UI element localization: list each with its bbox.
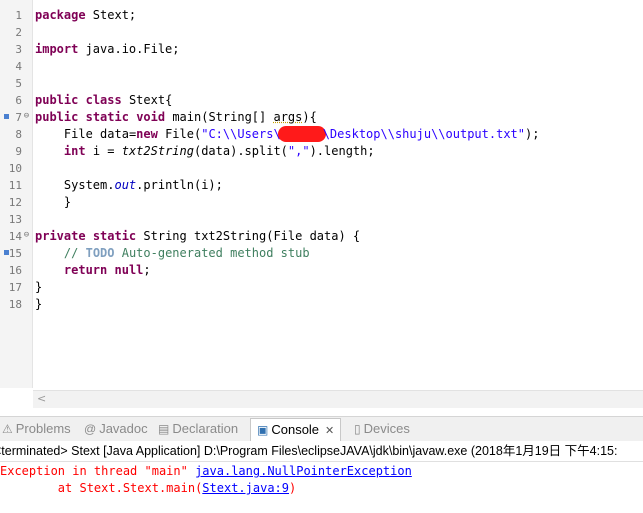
code-line-9: int i = txt2String(data).split(",").leng…	[63, 144, 375, 158]
line-number: 8	[15, 128, 22, 141]
tab-label: Problems	[15, 421, 71, 436]
code-line-11: System.out.println(i);	[35, 178, 223, 192]
tab-declaration[interactable]: ▤ Declaration	[158, 419, 238, 439]
line-number: 16	[8, 264, 22, 277]
scroll-left-icon[interactable]: <	[37, 392, 46, 405]
at-icon: @	[84, 422, 97, 436]
redaction-mark	[277, 126, 326, 142]
device-icon: ▯	[354, 422, 361, 436]
tab-devices[interactable]: ▯ Devices	[354, 419, 410, 439]
tab-label: Devices	[363, 421, 410, 436]
tab-label: Javadoc	[99, 421, 148, 436]
console-view[interactable]: <terminated> Stext [Java Application] D:…	[0, 441, 643, 513]
exception-link[interactable]: java.lang.NullPointerException	[195, 464, 412, 478]
line-number: 9	[15, 145, 22, 158]
code-line-14: private static String txt2String(File da…	[35, 229, 361, 243]
annotation-marker-icon[interactable]	[4, 114, 9, 119]
task-marker-icon[interactable]	[4, 250, 9, 255]
line-number: 6	[15, 94, 22, 107]
console-status-line: <terminated> Stext [Java Application] D:…	[0, 441, 643, 462]
code-editor[interactable]: 1 2 3 4 5 6 7 8 9 10 11 12 13 14 15 16 1…	[0, 0, 643, 388]
line-number: 5	[15, 77, 22, 90]
tab-label: Console	[271, 422, 320, 437]
code-line-18: }	[35, 297, 43, 311]
code-line-17: }	[35, 280, 43, 294]
bottom-panel-tabs: ⚠ Problems @ Javadoc ▤ Declaration ▣ Console…	[0, 416, 643, 441]
line-number: 11	[8, 179, 22, 192]
tab-console[interactable]: ▣ Console ✕	[250, 418, 342, 441]
line-number: 4	[15, 60, 22, 73]
line-number: 17	[8, 281, 22, 294]
code-line-3: import java.io.File;	[35, 42, 180, 56]
fold-toggle-icon[interactable]: ⊖	[22, 112, 31, 121]
line-number: 13	[8, 213, 22, 226]
tab-label: Declaration	[172, 421, 239, 436]
line-number: 2	[15, 26, 22, 39]
problems-icon: ⚠	[2, 422, 13, 436]
code-line-1: package Stext;	[35, 8, 137, 22]
line-number: 14	[8, 230, 22, 243]
console-exception-line: Exception in thread "main" java.lang.Nul…	[0, 464, 412, 478]
code-line-15: // TODO Auto-generated method stub	[63, 246, 310, 260]
tab-problems[interactable]: ⚠ Problems	[2, 419, 71, 439]
console-icon: ▣	[257, 423, 269, 437]
code-line-8: File data=new File("C:\\Users\ \Desktop\\…	[35, 126, 540, 142]
line-number: 1	[15, 9, 22, 22]
horizontal-scrollbar[interactable]: <	[33, 390, 643, 408]
console-stacktrace-line: at Stext.Stext.main(Stext.java:9)	[0, 481, 297, 495]
declaration-icon: ▤	[158, 422, 170, 436]
code-line-7: public static void main(String[] args){	[35, 110, 317, 124]
line-number: 3	[15, 43, 22, 56]
stacktrace-link[interactable]: Stext.java:9	[202, 481, 289, 495]
code-line-6: public class Stext{	[35, 93, 173, 107]
code-line-12: }	[35, 195, 72, 209]
line-number: 18	[8, 298, 22, 311]
close-icon[interactable]: ✕	[325, 425, 334, 437]
line-number: 10	[8, 162, 22, 175]
code-line-16: return null;	[63, 263, 151, 277]
fold-toggle-icon[interactable]: ⊖	[22, 231, 31, 240]
tab-javadoc[interactable]: @ Javadoc	[84, 419, 148, 439]
line-number: 12	[8, 196, 22, 209]
